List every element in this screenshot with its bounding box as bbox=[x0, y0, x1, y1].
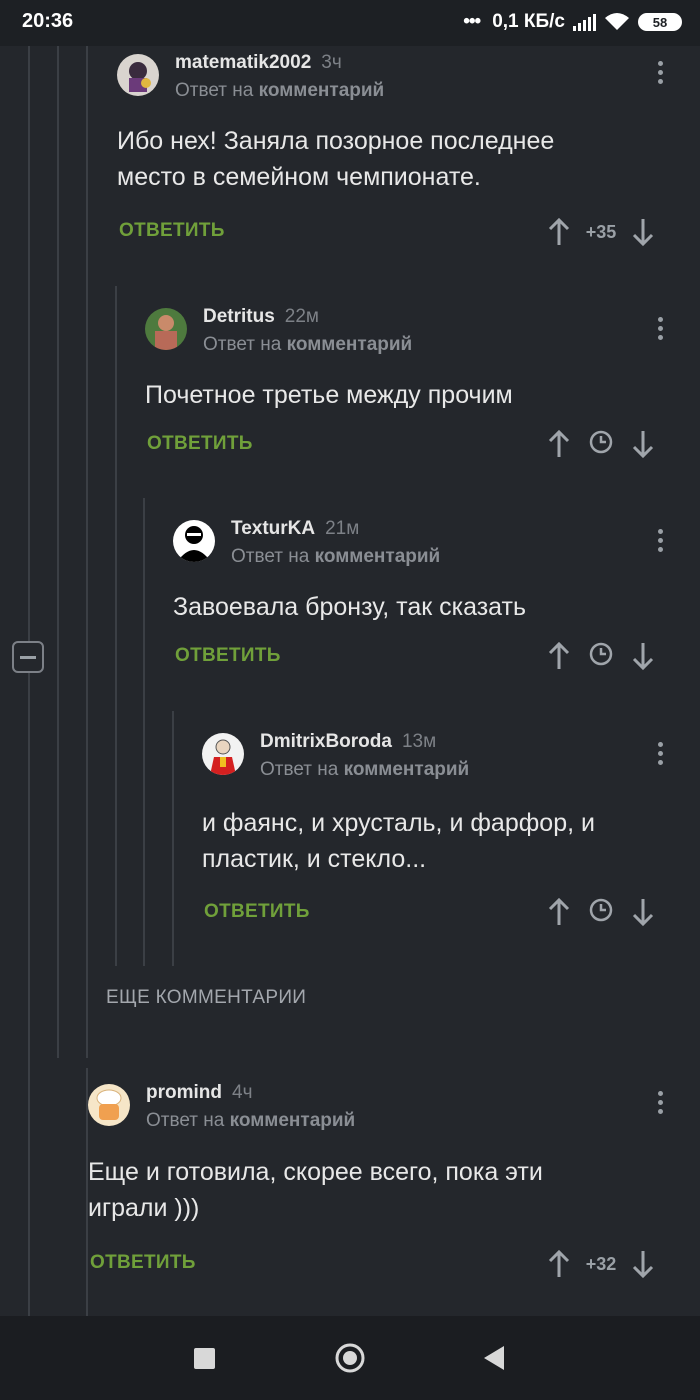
more-comments-link[interactable]: ЕЩЕ КОММЕНТАРИИ bbox=[106, 987, 306, 1009]
upvote-arrow-icon[interactable] bbox=[547, 897, 571, 927]
time-ago: 22м bbox=[284, 306, 319, 327]
time-ago: 21м bbox=[325, 518, 360, 539]
more-options-icon[interactable] bbox=[655, 739, 665, 769]
reply-button[interactable]: ОТВЕТИТЬ bbox=[90, 1252, 196, 1274]
thread-line bbox=[28, 46, 30, 641]
comment-text: Еще и готовила, скорее всего, пока эти иг… bbox=[88, 1158, 543, 1222]
clock-icon bbox=[571, 429, 631, 460]
reply-button[interactable]: ОТВЕТИТЬ bbox=[147, 433, 253, 455]
comment-text: и фаянс, и хрусталь, и фарфор, и пластик,… bbox=[202, 809, 595, 873]
avatar-chef-icon[interactable] bbox=[88, 1084, 130, 1126]
comment: Detritus 22м Ответ на комментарий Почетно… bbox=[145, 306, 697, 468]
reply-to-link[interactable]: комментарий bbox=[344, 759, 470, 780]
comment-text: Почетное третье между прочим bbox=[145, 381, 513, 409]
reply-to-info: Ответ на комментарий bbox=[260, 759, 470, 780]
comment: matematik2002 3ч Ответ на комментарий Ибо… bbox=[117, 52, 697, 254]
reply-to-link[interactable]: комментарий bbox=[287, 334, 413, 355]
username[interactable]: matematik2002 3ч bbox=[175, 52, 342, 74]
time-ago: 13м bbox=[401, 731, 437, 752]
clock-time: 20:36 bbox=[22, 10, 74, 32]
reply-button[interactable]: ОТВЕТИТЬ bbox=[119, 220, 225, 242]
thread-line bbox=[115, 286, 117, 966]
more-options-icon[interactable] bbox=[655, 58, 665, 88]
time-ago: 3ч bbox=[321, 52, 342, 73]
rating-score: +35 bbox=[585, 221, 617, 242]
downvote-arrow-icon[interactable] bbox=[631, 641, 655, 671]
comment-text: Завоевала бронзу, так сказать bbox=[173, 593, 527, 621]
collapse-thread-button[interactable] bbox=[12, 641, 44, 673]
comment: promind 4ч Ответ на комментарий Еще и гот… bbox=[88, 1082, 697, 1284]
thread-line bbox=[143, 498, 145, 966]
reply-to-link[interactable]: комментарий bbox=[259, 80, 385, 101]
thread-line bbox=[86, 46, 88, 1058]
vote-controls: +32 bbox=[547, 1247, 655, 1281]
time-ago: 4ч bbox=[232, 1082, 253, 1103]
reply-to-link[interactable]: комментарий bbox=[230, 1110, 356, 1131]
vote-controls bbox=[547, 639, 655, 673]
comment: TexturKA 21м Ответ на комментарий Завоева… bbox=[173, 518, 697, 680]
wifi-icon bbox=[605, 13, 629, 30]
downvote-arrow-icon[interactable] bbox=[631, 1249, 655, 1279]
avatar-cartoon-icon[interactable] bbox=[117, 54, 159, 96]
thread-line bbox=[57, 46, 59, 1058]
status-icons: ••• 0,1 КБ/с 58 bbox=[463, 10, 682, 34]
username[interactable]: DmitrixBoroda 13м bbox=[260, 731, 436, 753]
reply-to-link[interactable]: комментарий bbox=[315, 546, 441, 567]
avatar-drawing-icon[interactable] bbox=[202, 733, 244, 775]
more-options-icon[interactable] bbox=[655, 526, 665, 556]
recent-apps-icon[interactable] bbox=[194, 1348, 215, 1369]
reply-to-info: Ответ на комментарий bbox=[231, 546, 441, 567]
reply-to-info: Ответ на комментарий bbox=[146, 1110, 356, 1131]
comment-text: Ибо нех! Заняла позорное последнее место … bbox=[117, 127, 555, 191]
more-notifications-icon: ••• bbox=[463, 11, 481, 32]
downvote-arrow-icon[interactable] bbox=[631, 897, 655, 927]
minus-icon bbox=[20, 655, 36, 659]
vote-controls: +35 bbox=[547, 215, 655, 249]
signal-icon bbox=[573, 13, 596, 31]
status-bar: 20:36 ••• 0,1 КБ/с 58 bbox=[0, 0, 700, 46]
clock-icon bbox=[571, 897, 631, 928]
reply-button[interactable]: ОТВЕТИТЬ bbox=[204, 901, 310, 923]
home-icon[interactable] bbox=[335, 1343, 365, 1373]
battery-icon: 58 bbox=[638, 13, 682, 31]
system-navigation-bar bbox=[0, 1316, 700, 1400]
thread-line bbox=[28, 673, 30, 1316]
downvote-arrow-icon[interactable] bbox=[631, 217, 655, 247]
reply-to-info: Ответ на комментарий bbox=[175, 80, 385, 101]
upvote-arrow-icon[interactable] bbox=[547, 641, 571, 671]
comment: DmitrixBoroda 13м Ответ на комментарий и … bbox=[202, 731, 697, 933]
vote-controls bbox=[547, 427, 655, 461]
more-options-icon[interactable] bbox=[655, 1088, 665, 1118]
upvote-arrow-icon[interactable] bbox=[547, 429, 571, 459]
upvote-arrow-icon[interactable] bbox=[547, 1249, 571, 1279]
reply-button[interactable]: ОТВЕТИТЬ bbox=[175, 645, 281, 667]
rating-score: +32 bbox=[585, 1253, 617, 1274]
upvote-arrow-icon[interactable] bbox=[547, 217, 571, 247]
thread-line bbox=[172, 711, 174, 966]
back-icon[interactable] bbox=[484, 1346, 504, 1370]
username[interactable]: TexturKA 21м bbox=[231, 518, 359, 540]
vote-controls bbox=[547, 895, 655, 929]
downvote-arrow-icon[interactable] bbox=[631, 429, 655, 459]
reply-to-info: Ответ на комментарий bbox=[203, 334, 413, 355]
network-speed: 0,1 КБ/с bbox=[492, 11, 565, 32]
more-options-icon[interactable] bbox=[655, 314, 665, 344]
avatar-photo-icon[interactable] bbox=[145, 308, 187, 350]
avatar-silhouette-icon[interactable] bbox=[173, 520, 215, 562]
username[interactable]: Detritus 22м bbox=[203, 306, 319, 328]
username[interactable]: promind 4ч bbox=[146, 1082, 252, 1104]
clock-icon bbox=[571, 641, 631, 672]
